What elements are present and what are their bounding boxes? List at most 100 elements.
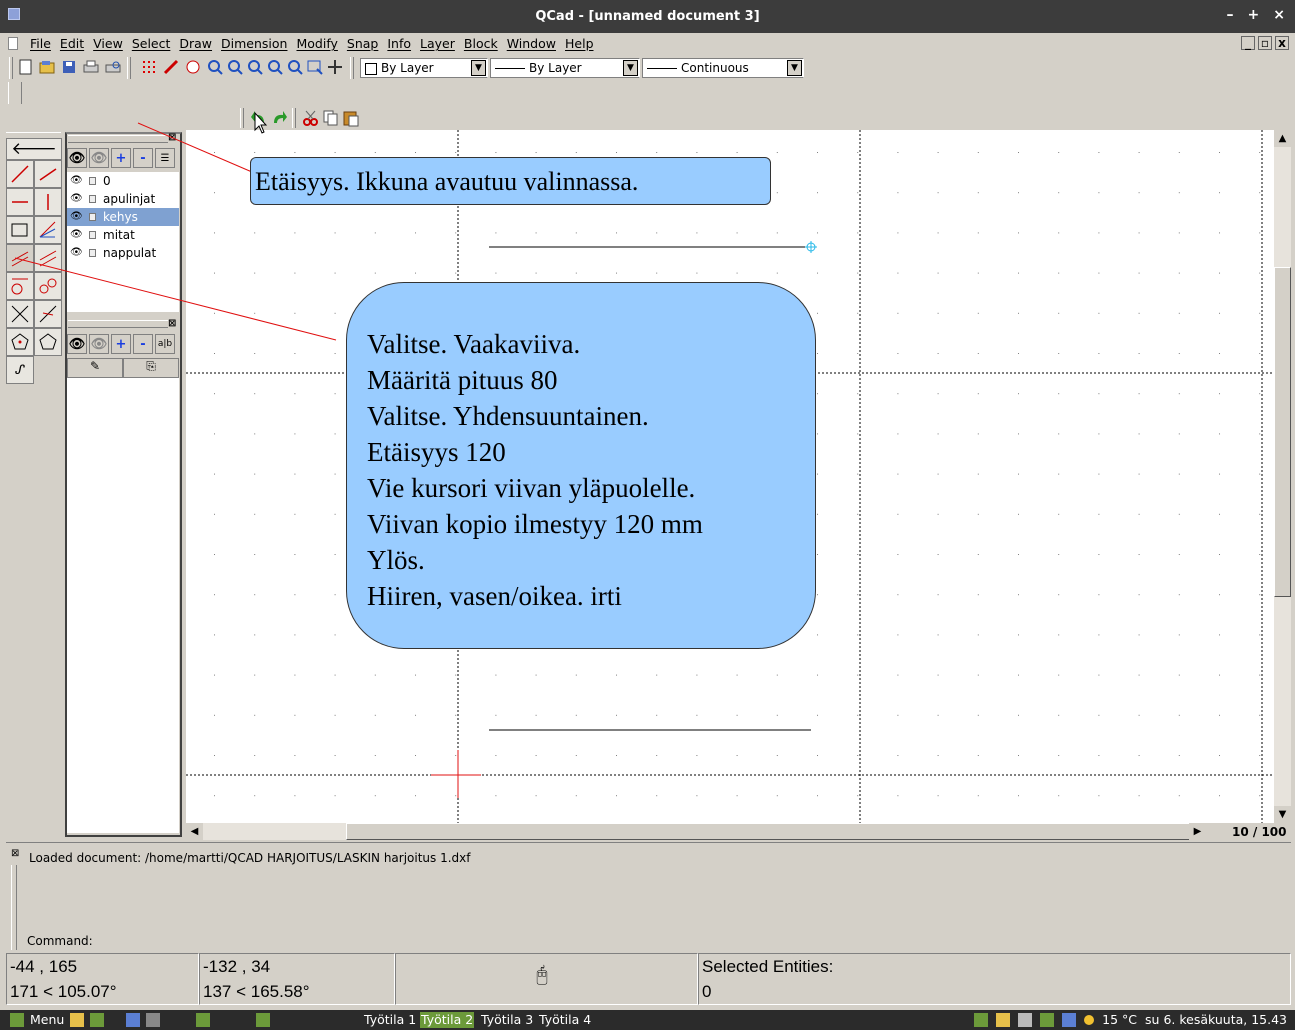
- block-text-button[interactable]: a|b: [155, 334, 175, 354]
- menu-block[interactable]: Block: [464, 36, 498, 51]
- terminal-launcher-icon[interactable]: [90, 1012, 105, 1027]
- output-close-icon[interactable]: ⊠: [11, 848, 19, 859]
- menu-draw[interactable]: Draw: [179, 36, 212, 51]
- dropdown-arrow-icon[interactable]: ▼: [787, 60, 802, 76]
- dropdown-arrow-icon[interactable]: ▼: [471, 60, 486, 76]
- tangent-two-circles-tool-icon[interactable]: [34, 272, 62, 300]
- vertical-line-tool-icon[interactable]: [34, 188, 62, 216]
- network-icon[interactable]: [1040, 1012, 1055, 1027]
- open-file-icon[interactable]: [38, 58, 56, 76]
- bisector-tool-icon[interactable]: [34, 216, 62, 244]
- panel-handle[interactable]: [11, 865, 17, 950]
- layer-item-nappulat[interactable]: 👁 nappulat: [67, 244, 179, 262]
- eye-icon[interactable]: 👁: [70, 190, 83, 208]
- toolbar-handle[interactable]: [8, 82, 22, 104]
- scroll-thumb[interactable]: [1274, 267, 1291, 597]
- layer-item-kehys[interactable]: 👁 kehys: [67, 208, 179, 226]
- add-layer-button[interactable]: +: [111, 148, 131, 168]
- print-preview-icon[interactable]: [104, 58, 122, 76]
- remove-block-button[interactable]: -: [133, 334, 153, 354]
- zoom-auto-icon[interactable]: [246, 58, 264, 76]
- eye-icon[interactable]: 👁: [70, 208, 83, 226]
- vertical-scrollbar[interactable]: ▲ ▼: [1274, 130, 1291, 823]
- redraw-icon[interactable]: [184, 58, 202, 76]
- cut-icon[interactable]: [302, 109, 320, 130]
- horizontal-line-tool-icon[interactable]: [6, 188, 34, 216]
- menu-modify[interactable]: Modify: [296, 36, 337, 51]
- qcad-task-icon[interactable]: [126, 1012, 141, 1027]
- folder-icon[interactable]: [256, 1012, 271, 1027]
- clock[interactable]: su 6. kesäkuuta, 15.43: [1145, 1012, 1287, 1027]
- layer-item-mitat[interactable]: 👁 mitat: [67, 226, 179, 244]
- orthogonal-tool-icon[interactable]: [6, 300, 34, 328]
- desktop-icon[interactable]: [146, 1012, 161, 1027]
- mdi-minimize-button[interactable]: _: [1241, 36, 1255, 50]
- scroll-thumb[interactable]: [346, 823, 1206, 840]
- lock-icon[interactable]: [89, 213, 96, 221]
- insert-block-icon[interactable]: ⎘: [123, 358, 179, 378]
- toolbar-handle[interactable]: [240, 108, 244, 128]
- line-angle-tool-icon[interactable]: [34, 160, 62, 188]
- menu-file[interactable]: File: [30, 36, 51, 51]
- layer-item-0[interactable]: 👁 0: [67, 172, 179, 190]
- zoom-in-icon[interactable]: [206, 58, 224, 76]
- polygon-tool-icon[interactable]: [6, 328, 34, 356]
- panel-handle[interactable]: [68, 135, 168, 143]
- parallel-through-point-tool-icon[interactable]: [34, 244, 62, 272]
- workspace-4[interactable]: Työtila 4: [538, 1012, 592, 1028]
- polygon-corner-tool-icon[interactable]: [34, 328, 62, 356]
- new-file-icon[interactable]: [17, 58, 35, 76]
- edit-block-icon[interactable]: ✎: [67, 358, 123, 378]
- save-icon[interactable]: [60, 58, 78, 76]
- zoom-out-icon[interactable]: [226, 58, 244, 76]
- lock-icon[interactable]: [89, 195, 96, 203]
- dropdown-arrow-icon[interactable]: ▼: [623, 60, 638, 76]
- parallel-tool-icon[interactable]: [6, 244, 34, 272]
- hide-all-layers-icon[interactable]: 👁: [89, 148, 109, 168]
- pan-icon[interactable]: [326, 58, 344, 76]
- lock-icon[interactable]: [89, 249, 96, 257]
- workspace-1[interactable]: Työtila 1: [363, 1012, 417, 1028]
- display-icon[interactable]: [1062, 1012, 1077, 1027]
- menu-view[interactable]: View: [93, 36, 123, 51]
- layer-item-apulinjat[interactable]: 👁 apulinjat: [67, 190, 179, 208]
- hide-all-blocks-icon[interactable]: 👁: [89, 334, 109, 354]
- add-block-button[interactable]: +: [111, 334, 131, 354]
- menu-select[interactable]: Select: [132, 36, 171, 51]
- lock-icon[interactable]: [89, 231, 96, 239]
- color-combo[interactable]: By Layer ▼: [360, 58, 488, 78]
- zoom-rectangle-icon[interactable]: [306, 58, 324, 76]
- shield-icon[interactable]: [974, 1012, 989, 1027]
- panel-close-icon[interactable]: ⊠: [168, 318, 176, 329]
- zoom-window-icon[interactable]: [286, 58, 304, 76]
- mdi-close-button[interactable]: x: [1275, 36, 1289, 50]
- show-all-blocks-icon[interactable]: 👁: [67, 334, 87, 354]
- line-tool-icon[interactable]: [6, 160, 34, 188]
- menu-dimension[interactable]: Dimension: [221, 36, 287, 51]
- workspace-2[interactable]: Työtila 2: [420, 1012, 475, 1028]
- width-combo[interactable]: By Layer ▼: [490, 58, 640, 78]
- toolbar-handle[interactable]: [9, 57, 13, 79]
- scroll-up-icon[interactable]: ▲: [1274, 130, 1291, 147]
- show-all-layers-icon[interactable]: 👁: [67, 148, 87, 168]
- linetype-combo[interactable]: Continuous ▼: [642, 58, 804, 78]
- scroll-left-icon[interactable]: ◀: [186, 823, 203, 840]
- menu-layer[interactable]: Layer: [420, 36, 455, 51]
- print-icon[interactable]: [82, 58, 100, 76]
- menu-help[interactable]: Help: [565, 36, 594, 51]
- back-button[interactable]: 🡐: [6, 138, 62, 160]
- copy-icon[interactable]: [322, 109, 340, 130]
- tangent-tool-icon[interactable]: [6, 272, 34, 300]
- close-button[interactable]: ×: [1273, 7, 1285, 23]
- minimize-button[interactable]: –: [1227, 7, 1234, 23]
- mint-menu-icon[interactable]: [10, 1012, 24, 1027]
- freehand-tool-icon[interactable]: ᔑ: [6, 356, 34, 384]
- maximize-button[interactable]: +: [1248, 7, 1260, 23]
- grid-icon[interactable]: [140, 58, 158, 76]
- panel-close-icon[interactable]: ⊠: [168, 132, 176, 143]
- menu-snap[interactable]: Snap: [347, 36, 378, 51]
- draft-icon[interactable]: [162, 58, 180, 76]
- mdi-restore-button[interactable]: ▫: [1258, 36, 1272, 50]
- editor-launcher-icon[interactable]: [70, 1012, 85, 1027]
- menu-button[interactable]: Menu: [30, 1012, 64, 1027]
